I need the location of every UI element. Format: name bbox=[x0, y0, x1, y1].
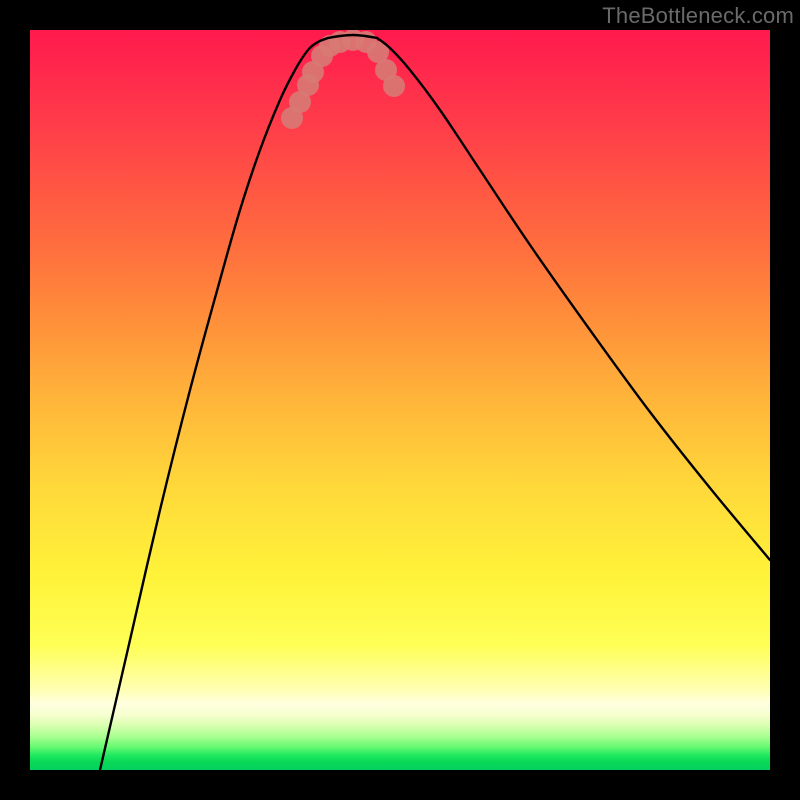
curve-layer bbox=[30, 30, 770, 770]
right-curve bbox=[377, 38, 770, 560]
plot-area bbox=[30, 30, 770, 770]
dim-marker bbox=[383, 75, 405, 97]
left-curve bbox=[100, 38, 328, 770]
watermark-text: TheBottleneck.com bbox=[602, 3, 794, 29]
chart-frame: TheBottleneck.com bbox=[0, 0, 800, 800]
